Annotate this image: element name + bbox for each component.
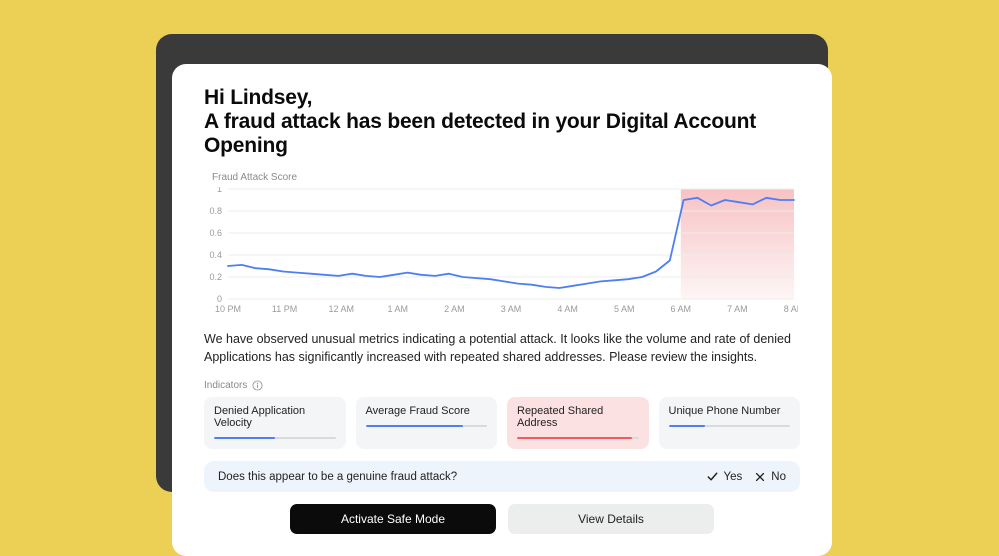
svg-text:7 AM: 7 AM — [727, 304, 748, 314]
svg-text:0: 0 — [217, 294, 222, 304]
indicators-header: Indicators — [204, 380, 800, 391]
feedback-question: Does this appear to be a genuine fraud a… — [218, 471, 457, 483]
feedback-no-button[interactable]: No — [754, 471, 786, 483]
svg-text:0.8: 0.8 — [209, 206, 222, 216]
indicators-label: Indicators — [204, 380, 247, 391]
indicator-bar — [669, 425, 791, 427]
indicator-card[interactable]: Repeated Shared Address — [507, 397, 649, 449]
activate-safe-mode-button[interactable]: Activate Safe Mode — [290, 504, 496, 534]
chart-svg: 0 0.2 0.4 0.6 0.8 1 10 PM 11 PM 12 AM 1 AM 2 AM 3 A… — [204, 187, 798, 315]
svg-text:2 AM: 2 AM — [444, 304, 465, 314]
indicator-card[interactable]: Average Fraud Score — [356, 397, 498, 449]
info-icon — [252, 380, 263, 391]
svg-text:11 PM: 11 PM — [272, 304, 297, 314]
indicator-bar — [366, 425, 488, 427]
check-icon — [706, 470, 719, 483]
view-details-button[interactable]: View Details — [508, 504, 714, 534]
indicator-bar — [517, 437, 639, 439]
svg-text:8 AM: 8 AM — [784, 304, 798, 314]
svg-text:1 AM: 1 AM — [388, 304, 409, 314]
svg-text:3 AM: 3 AM — [501, 304, 522, 314]
headline-greeting: Hi Lindsey, — [204, 86, 312, 109]
svg-text:4 AM: 4 AM — [557, 304, 578, 314]
chart-title: Fraud Attack Score — [212, 172, 800, 183]
svg-text:6 AM: 6 AM — [671, 304, 692, 314]
svg-text:12 AM: 12 AM — [328, 304, 354, 314]
indicator-label: Denied Application Velocity — [214, 405, 336, 429]
feedback-yes-label: Yes — [724, 471, 743, 483]
indicators-row: Denied Application Velocity Average Fraud… — [204, 397, 800, 449]
summary-text: We have observed unusual metrics indicat… — [204, 331, 800, 366]
svg-text:1: 1 — [217, 187, 222, 194]
indicator-label: Average Fraud Score — [366, 405, 488, 417]
svg-text:0.4: 0.4 — [209, 250, 222, 260]
fraud-score-chart: 0 0.2 0.4 0.6 0.8 1 10 PM 11 PM 12 AM 1 AM 2 AM 3 A… — [204, 187, 798, 315]
feedback-no-label: No — [771, 471, 786, 483]
alert-card: Hi Lindsey, A fraud attack has been dete… — [172, 64, 832, 556]
indicator-label: Unique Phone Number — [669, 405, 791, 417]
svg-text:10 PM: 10 PM — [215, 304, 241, 314]
indicator-card[interactable]: Denied Application Velocity — [204, 397, 346, 449]
headline-alert: A fraud attack has been detected in your… — [204, 110, 756, 157]
indicator-label: Repeated Shared Address — [517, 405, 639, 429]
indicator-bar — [214, 437, 336, 439]
indicator-card[interactable]: Unique Phone Number — [659, 397, 801, 449]
actions-row: Activate Safe Mode View Details — [204, 504, 800, 534]
svg-text:0.2: 0.2 — [209, 272, 222, 282]
close-icon — [754, 471, 766, 483]
svg-text:0.6: 0.6 — [209, 228, 222, 238]
svg-text:5 AM: 5 AM — [614, 304, 635, 314]
feedback-yes-button[interactable]: Yes — [706, 470, 743, 483]
feedback-bar: Does this appear to be a genuine fraud a… — [204, 461, 800, 492]
headline: Hi Lindsey, A fraud attack has been dete… — [204, 86, 800, 158]
